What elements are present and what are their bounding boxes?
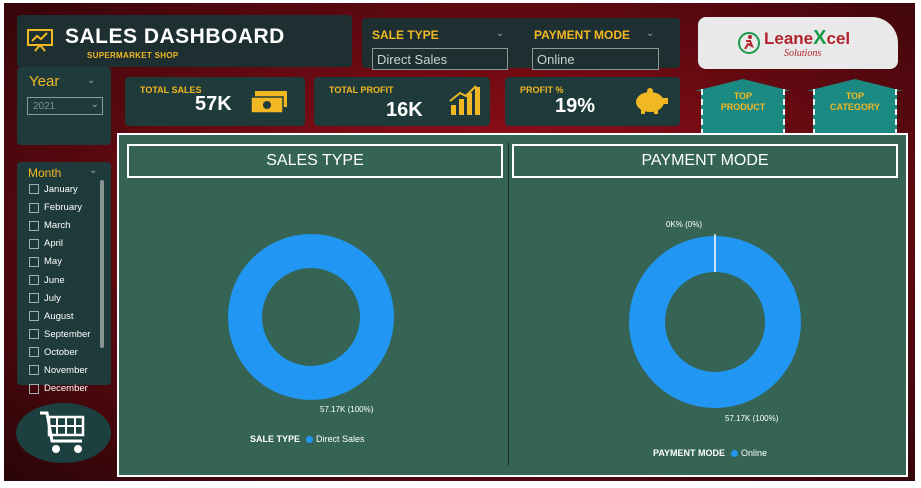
zero-slice-label: 0K% (0%)	[666, 220, 703, 229]
money-icon	[250, 91, 287, 114]
month-option[interactable]: August	[29, 311, 74, 325]
sale-type-select[interactable]: Direct Sales	[372, 48, 508, 70]
month-option-label: September	[44, 328, 91, 340]
payment-mode-select[interactable]: Online	[532, 48, 659, 70]
month-option-label: August	[44, 310, 74, 322]
month-option-label: January	[44, 184, 78, 195]
checkbox[interactable]	[29, 329, 39, 340]
top-product-label: TOP PRODUCT	[720, 91, 766, 112]
checkbox[interactable]	[29, 347, 39, 358]
legend-dot	[731, 450, 739, 458]
checkbox[interactable]	[29, 311, 39, 322]
month-option-label: June	[44, 274, 65, 286]
chart-divider	[508, 143, 509, 465]
month-option[interactable]: June	[29, 275, 65, 289]
slice-data-label: 57.17K (100%)	[725, 414, 779, 423]
donut-slice-online[interactable]	[629, 236, 801, 408]
payment-mode-label: PAYMENT MODE	[534, 28, 631, 42]
presentation-chart-icon	[27, 29, 53, 52]
legend-dot	[306, 436, 314, 444]
month-option-label: November	[44, 365, 88, 376]
month-label: Month	[28, 166, 62, 180]
checkbox[interactable]	[29, 365, 39, 376]
year-label: Year	[29, 73, 60, 90]
kpi-value: 19%	[555, 95, 596, 117]
top-product-button[interactable]: TOP PRODUCT	[695, 79, 791, 135]
checkbox[interactable]	[29, 274, 39, 285]
shopping-cart-icon	[40, 411, 85, 453]
kpi-profit-percent: PROFIT % 19%	[505, 77, 680, 126]
legend-title: SALE TYPE	[250, 434, 301, 444]
sale-type-label: SALE TYPE	[372, 28, 439, 42]
month-option[interactable]: November	[29, 365, 88, 379]
company-logo: LeaneXcel Solutions	[698, 17, 898, 69]
top-category-label: TOP CATEGORY	[829, 91, 880, 112]
month-option-label: April	[44, 238, 64, 250]
checkbox[interactable]	[29, 220, 39, 231]
month-option-label: May	[44, 256, 62, 268]
app-subtitle: SUPERMARKET SHOP	[87, 51, 179, 60]
legend-item[interactable]: Direct Sales	[316, 434, 365, 444]
kpi-value: 16K	[386, 99, 423, 121]
donut-slice-direct-sales[interactable]	[228, 234, 394, 400]
chevron-down-icon: ⌄	[90, 99, 99, 110]
year-slicer: Year ⌄ 2021 ⌄	[17, 67, 111, 145]
dashboard-frame: SALES DASHBOARD SUPERMARKET SHOP SALE TY…	[4, 3, 915, 481]
kpi-total-profit: TOTAL PROFIT 16K	[314, 77, 490, 126]
cart-badge	[16, 403, 111, 463]
month-option[interactable]: March	[29, 220, 70, 234]
checkbox[interactable]	[29, 383, 39, 394]
month-option[interactable]: December	[29, 383, 88, 397]
app-title: SALES DASHBOARD	[65, 25, 285, 48]
month-option-label: October	[44, 346, 78, 358]
kpi-label: PROFIT %	[520, 85, 564, 95]
chevron-down-icon: ⌄	[496, 28, 505, 39]
legend-item[interactable]: Online	[741, 448, 767, 458]
month-slicer: Month ⌄ January February March April May June…	[17, 162, 111, 394]
filters-panel: SALE TYPE ⌄ Direct Sales PAYMENT MODE ⌄ …	[362, 18, 680, 70]
runner-logo-icon	[738, 32, 760, 54]
piggy-bank-icon	[636, 88, 668, 114]
checkbox[interactable]	[29, 184, 39, 195]
checkbox[interactable]	[29, 293, 39, 304]
payment-mode-chart-title: PAYMENT MODE	[512, 144, 898, 178]
payment-mode-legend: PAYMENT MODE Online	[653, 448, 767, 458]
month-option[interactable]: September	[29, 329, 90, 343]
chevron-down-icon: ⌄	[646, 28, 655, 39]
kpi-label: TOTAL SALES	[140, 85, 202, 95]
sales-type-donut-chart[interactable]	[224, 230, 398, 404]
chevron-down-icon: ⌄	[89, 165, 98, 176]
payment-mode-donut-chart[interactable]	[627, 234, 803, 410]
chevron-down-icon: ⌄	[87, 75, 96, 86]
logo-tagline: Solutions	[784, 48, 822, 59]
month-option[interactable]: February	[29, 202, 82, 216]
checkbox[interactable]	[29, 256, 39, 267]
slice-data-label: 57.17K (100%)	[320, 405, 374, 414]
month-option-label: March	[44, 220, 71, 232]
month-option[interactable]: July	[29, 293, 61, 307]
month-option[interactable]: January	[29, 184, 78, 198]
checkbox[interactable]	[29, 238, 39, 249]
month-option[interactable]: October	[29, 347, 78, 361]
month-scrollbar[interactable]	[100, 180, 104, 348]
charts-panel: SALES TYPE PAYMENT MODE 57.17K (100%) SA…	[117, 133, 908, 477]
kpi-value: 57K	[195, 93, 232, 115]
top-category-button[interactable]: TOP CATEGORY	[807, 79, 903, 135]
kpi-total-sales: TOTAL SALES 57K	[125, 77, 305, 126]
sales-type-legend: SALE TYPE Direct Sales	[250, 434, 365, 444]
month-option[interactable]: April	[29, 238, 63, 252]
logo-name: LeaneXcel	[764, 27, 851, 49]
month-option-label: December	[44, 383, 88, 395]
bar-chart-icon	[449, 85, 480, 115]
title-panel: SALES DASHBOARD SUPERMARKET SHOP	[17, 15, 352, 67]
kpi-label: TOTAL PROFIT	[329, 85, 394, 95]
sales-type-chart-title: SALES TYPE	[127, 144, 503, 178]
month-option[interactable]: May	[29, 256, 62, 270]
checkbox[interactable]	[29, 202, 39, 213]
legend-title: PAYMENT MODE	[653, 448, 726, 458]
year-select[interactable]: 2021 ⌄	[27, 97, 103, 115]
month-option-label: February	[44, 202, 83, 214]
month-option-label: July	[44, 292, 61, 304]
